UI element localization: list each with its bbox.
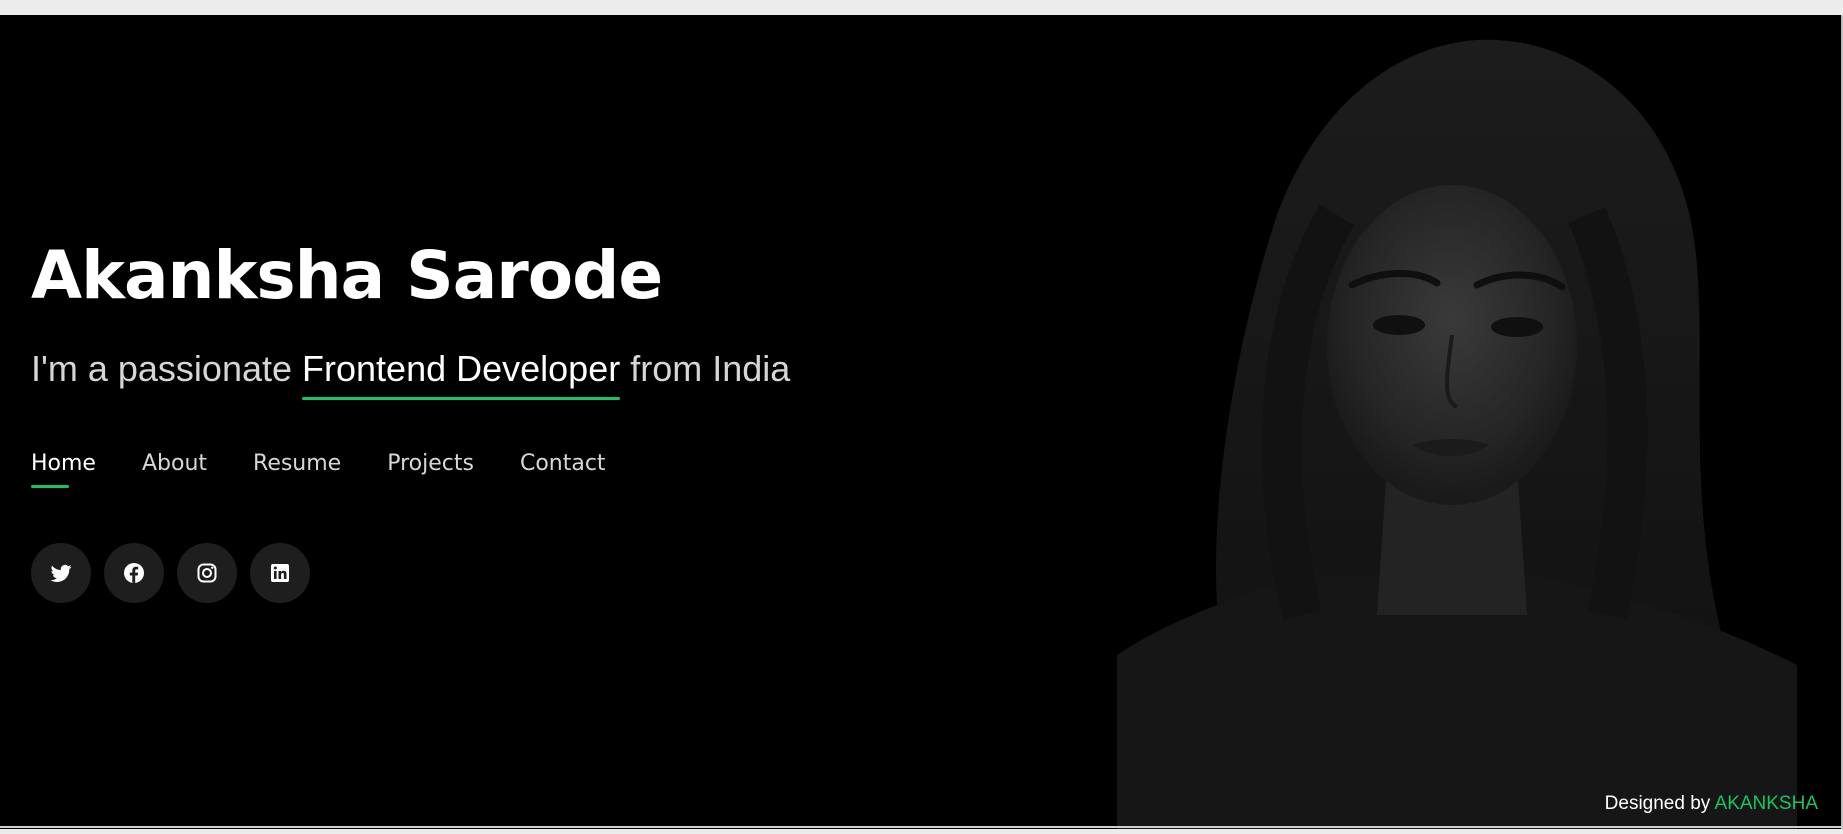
instagram-link[interactable]: [177, 543, 237, 603]
footer-credit: Designed by AKANKSHA: [1605, 793, 1818, 815]
hero-tagline: I'm a passionate Frontend Developer from…: [31, 348, 791, 400]
linkedin-icon: [268, 561, 292, 585]
credit-brand: AKANKSHA: [1714, 793, 1818, 814]
divider: [0, 826, 1843, 828]
nav-projects[interactable]: Projects: [387, 451, 474, 476]
instagram-icon: [195, 561, 219, 585]
tagline-suffix: from India: [620, 348, 791, 389]
hero-name: Akanksha Sarode: [31, 237, 663, 314]
twitter-link[interactable]: [31, 543, 91, 603]
profile-portrait: [1117, 15, 1797, 829]
hero-section: Akanksha Sarode I'm a passionate Fronten…: [0, 15, 1843, 829]
facebook-icon: [122, 561, 146, 585]
tagline-role: Frontend Developer: [302, 348, 621, 400]
nav-about[interactable]: About: [142, 451, 207, 476]
linkedin-link[interactable]: [250, 543, 310, 603]
twitter-icon: [49, 561, 73, 585]
main-nav: Home About Resume Projects Contact: [31, 451, 606, 488]
social-links: [31, 543, 310, 603]
tagline-prefix: I'm a passionate: [31, 348, 303, 389]
nav-resume[interactable]: Resume: [253, 451, 341, 476]
facebook-link[interactable]: [104, 543, 164, 603]
nav-contact[interactable]: Contact: [520, 451, 606, 476]
credit-prefix: Designed by: [1604, 793, 1715, 814]
nav-home[interactable]: Home: [31, 451, 96, 488]
